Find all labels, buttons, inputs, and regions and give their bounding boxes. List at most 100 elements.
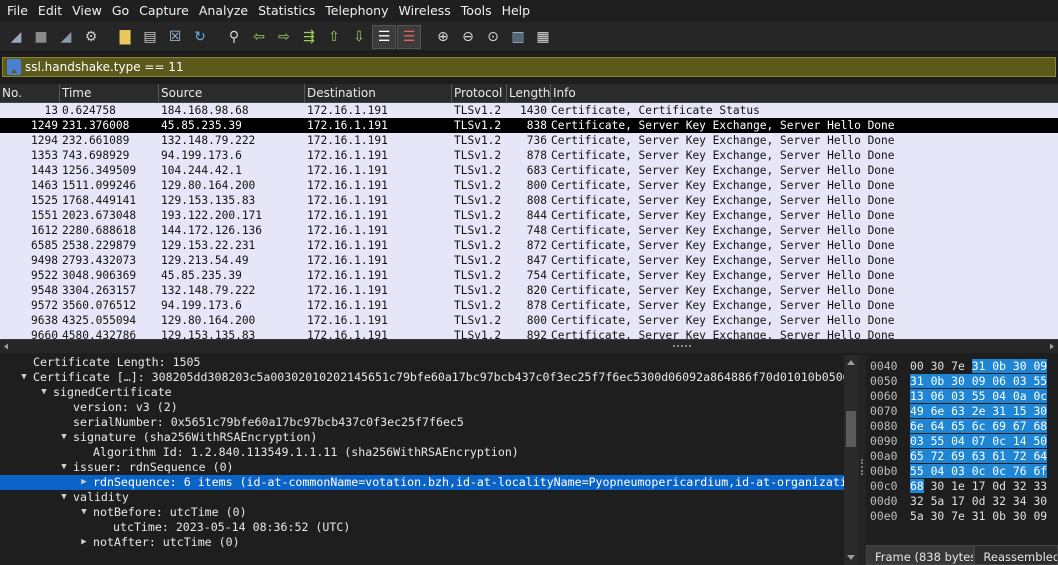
- packet-row[interactable]: 9660 4580.432786 129.153.135.83 172.16.1.19…: [0, 328, 1058, 339]
- packet-row[interactable]: 9638 4325.055094 129.80.164.200 172.16.1.19…: [0, 313, 1058, 328]
- detail-row[interactable]: ▼ issuer: rdnSequence (0): [0, 460, 858, 475]
- packet-list: No. Time Source Destination Protocol Len…: [0, 84, 1058, 339]
- resize-columns-icon[interactable]: ▥: [506, 25, 530, 49]
- packet-row[interactable]: 1551 2023.673048 193.122.200.171 172.16.1.1…: [0, 208, 1058, 223]
- vertical-splitter-grip-icon[interactable]: [861, 459, 863, 475]
- collapsed-arrow-icon[interactable]: ▶: [79, 475, 89, 490]
- go-to-packet-icon[interactable]: ⇶: [297, 25, 321, 49]
- packet-row[interactable]: 9572 3560.076512 94.199.173.6 172.16.1.191 T…: [0, 298, 1058, 313]
- menu-edit[interactable]: Edit: [33, 0, 67, 22]
- column-header-info[interactable]: Info: [551, 84, 1058, 102]
- menu-analyze[interactable]: Analyze: [194, 0, 253, 22]
- detail-row[interactable]: ▶ rdnSequence: 6 items (id-at-commonName=…: [0, 475, 858, 490]
- expanded-arrow-icon[interactable]: ▼: [59, 430, 69, 445]
- tab-reassembled[interactable]: Reassembled: [974, 545, 1058, 565]
- collapsed-arrow-icon[interactable]: ▶: [79, 535, 89, 550]
- detail-row[interactable]: utcTime: 2023-05-14 08:36:52 (UTC): [0, 520, 858, 535]
- colorize-icon[interactable]: ☰: [397, 24, 421, 49]
- detail-row[interactable]: ▼ notBefore: utcTime (0): [0, 505, 858, 520]
- packet-row[interactable]: 1443 1256.349509 104.244.42.1 172.16.1.191 T…: [0, 163, 1058, 178]
- packet-no: 9638: [31, 314, 58, 327]
- tab-frame[interactable]: Frame (838 bytes): [866, 545, 975, 565]
- packet-row[interactable]: 9522 3048.906369 45.85.235.39 172.16.1.191 T…: [0, 268, 1058, 283]
- detail-row[interactable]: ▶ notAfter: utcTime (0): [0, 535, 858, 550]
- menu-tools[interactable]: Tools: [456, 0, 497, 22]
- packet-row[interactable]: 1463 1511.099246 129.80.164.200 172.16.1.19…: [0, 178, 1058, 193]
- menu-go[interactable]: Go: [107, 0, 134, 22]
- packet-row[interactable]: 9548 3304.263157 132.148.79.222 172.16.1.19…: [0, 283, 1058, 298]
- scroll-thumb[interactable]: [846, 411, 856, 447]
- menu-help[interactable]: Help: [497, 0, 536, 22]
- expanded-arrow-icon[interactable]: ▼: [39, 385, 49, 400]
- detail-text: rdnSequence: 6 items (id-at-commonName=v…: [93, 475, 858, 489]
- packet-row[interactable]: 1294 232.661089 132.148.79.222 172.16.1.191…: [0, 133, 1058, 148]
- pane-splitter[interactable]: [0, 339, 1058, 353]
- detail-row[interactable]: Certificate Length: 1505: [0, 355, 858, 370]
- detail-row[interactable]: version: v3 (2): [0, 400, 858, 415]
- shark-fin-restart-icon[interactable]: ◢: [54, 25, 78, 49]
- packet-protocol: TLSv1.2: [454, 149, 502, 162]
- packet-protocol: TLSv1.2: [454, 224, 502, 237]
- details-hex-splitter[interactable]: [858, 355, 866, 565]
- column-header-protocol[interactable]: Protocol: [452, 84, 507, 102]
- zoom-in-icon[interactable]: ⊕: [431, 25, 455, 49]
- packet-row[interactable]: 9498 2793.432073 129.213.54.49 172.16.1.191…: [0, 253, 1058, 268]
- scroll-down-icon[interactable]: [847, 555, 855, 560]
- packet-destination: 172.16.1.191: [307, 329, 388, 339]
- packet-row[interactable]: 13 0.624758 184.168.98.68 172.16.1.191 TLSv1…: [0, 103, 1058, 118]
- packet-row[interactable]: 6585 2538.229879 129.153.22.231 172.16.1.19…: [0, 238, 1058, 253]
- last-packet-down-icon[interactable]: ⇩: [347, 25, 371, 49]
- packet-row[interactable]: 1353 743.698929 94.199.173.6 172.16.1.191 TL…: [0, 148, 1058, 163]
- column-header-time[interactable]: Time: [60, 84, 159, 102]
- find-packet-icon[interactable]: ⚲: [222, 25, 246, 49]
- close-file-icon[interactable]: ☒: [163, 25, 187, 49]
- filter-bookmark-icon[interactable]: [7, 59, 21, 75]
- first-packet-up-icon[interactable]: ⇧: [322, 25, 346, 49]
- scroll-up-icon[interactable]: [847, 360, 855, 365]
- normal-size-icon[interactable]: ⊙: [481, 25, 505, 49]
- stop-square-icon[interactable]: ■: [29, 25, 53, 49]
- menu-wireless[interactable]: Wireless: [393, 0, 455, 22]
- splitter-grip-icon[interactable]: [673, 345, 691, 347]
- detail-row[interactable]: serialNumber: 0x5651c79bfe60a17bc97bcb43…: [0, 415, 858, 430]
- detail-row[interactable]: ▼ validity: [0, 490, 858, 505]
- expanded-arrow-icon[interactable]: ▼: [19, 370, 29, 385]
- zoom-out-icon[interactable]: ⊖: [456, 25, 480, 49]
- detail-row[interactable]: ▼ Certificate […]: 308205dd308203c5a00302…: [0, 370, 858, 385]
- capture-options-gear-icon[interactable]: ⚙: [79, 25, 103, 49]
- display-filter-input[interactable]: [25, 58, 925, 76]
- horizontal-scrollbar[interactable]: [0, 342, 1058, 351]
- expanded-arrow-icon[interactable]: ▼: [59, 490, 69, 505]
- column-header-no[interactable]: No.: [0, 84, 60, 102]
- packet-row[interactable]: 1249 231.376008 45.85.235.39 172.16.1.191 TL…: [0, 118, 1058, 133]
- details-vertical-scrollbar[interactable]: [844, 355, 858, 565]
- column-header-destination[interactable]: Destination: [305, 84, 452, 102]
- menu-file[interactable]: File: [2, 0, 33, 22]
- column-header-length[interactable]: Length: [507, 84, 551, 102]
- save-file-icon[interactable]: ▤: [138, 25, 162, 49]
- reload-icon[interactable]: ↻: [188, 25, 212, 49]
- autoscroll-icon[interactable]: ☰: [372, 24, 396, 49]
- menu-telephony[interactable]: Telephony: [320, 0, 393, 22]
- column-header-source[interactable]: Source: [159, 84, 305, 102]
- packet-destination: 172.16.1.191: [307, 299, 388, 312]
- menu-view[interactable]: View: [67, 0, 107, 22]
- menu-capture[interactable]: Capture: [134, 0, 194, 22]
- detail-row[interactable]: Algorithm Id: 1.2.840.113549.1.1.11 (sha…: [0, 445, 858, 460]
- open-file-icon[interactable]: ▇: [113, 25, 137, 49]
- packet-source: 129.153.22.231: [161, 239, 256, 252]
- expanded-arrow-icon[interactable]: ▼: [79, 505, 89, 520]
- menu-statistics[interactable]: Statistics: [253, 0, 320, 22]
- packet-row[interactable]: 1612 2280.688618 144.172.126.136 172.16.1.1…: [0, 223, 1058, 238]
- hex-bytes-highlighted: 31 0b 30 09: [971, 359, 1048, 373]
- hex-bytes: 13 06 03 55 04 0a 0c: [910, 389, 1048, 404]
- go-back-arrow-icon[interactable]: ⇦: [247, 25, 271, 49]
- expanded-arrow-icon[interactable]: ▼: [59, 460, 69, 475]
- shark-fin-start-icon[interactable]: ◢: [4, 25, 28, 49]
- detail-row[interactable]: ▼ signature (sha256WithRSAEncryption): [0, 430, 858, 445]
- go-forward-arrow-icon[interactable]: ⇨: [272, 25, 296, 49]
- packet-row[interactable]: 1525 1768.449141 129.153.135.83 172.16.1.19…: [0, 193, 1058, 208]
- detail-row[interactable]: ▼ signedCertificate: [0, 385, 858, 400]
- layout-icon[interactable]: ▦: [531, 25, 555, 49]
- packet-length: 820: [526, 284, 547, 297]
